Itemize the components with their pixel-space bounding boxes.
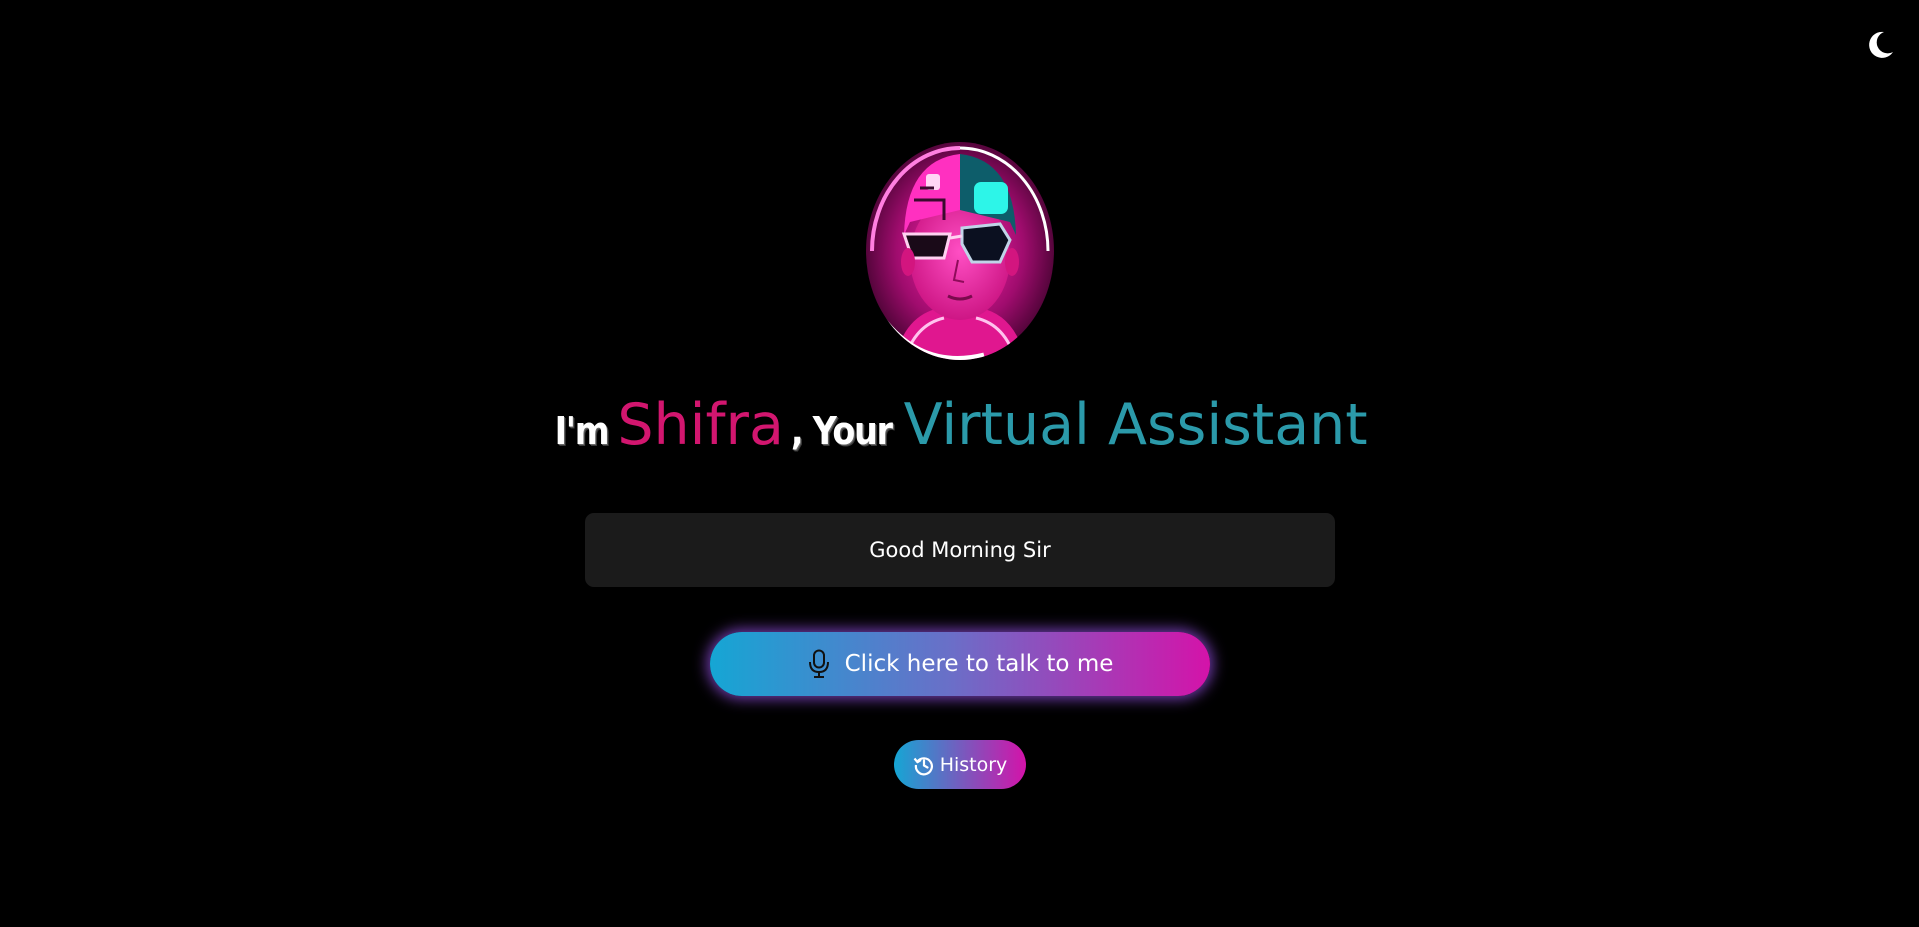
assistant-avatar — [864, 140, 1056, 362]
history-icon — [913, 754, 935, 776]
title-prefix: I'm — [555, 409, 610, 453]
history-button-label: History — [939, 753, 1008, 776]
moon-icon — [1863, 28, 1897, 62]
title-middle: , Your — [790, 409, 893, 453]
status-message: Good Morning Sir — [869, 538, 1051, 562]
page-title: I'm Shifra, Your Virtual Assistant — [0, 392, 1919, 458]
theme-toggle-button[interactable] — [1863, 28, 1897, 62]
history-button[interactable]: History — [894, 740, 1026, 789]
talk-button[interactable]: Click here to talk to me — [710, 632, 1210, 696]
assistant-role: Virtual Assistant — [903, 392, 1368, 458]
assistant-name: Shifra — [617, 392, 784, 458]
talk-button-label: Click here to talk to me — [844, 651, 1114, 677]
page: I'm Shifra, Your Virtual Assistant Good … — [0, 0, 1919, 927]
microphone-icon — [807, 649, 831, 679]
status-message-box: Good Morning Sir — [585, 513, 1335, 587]
